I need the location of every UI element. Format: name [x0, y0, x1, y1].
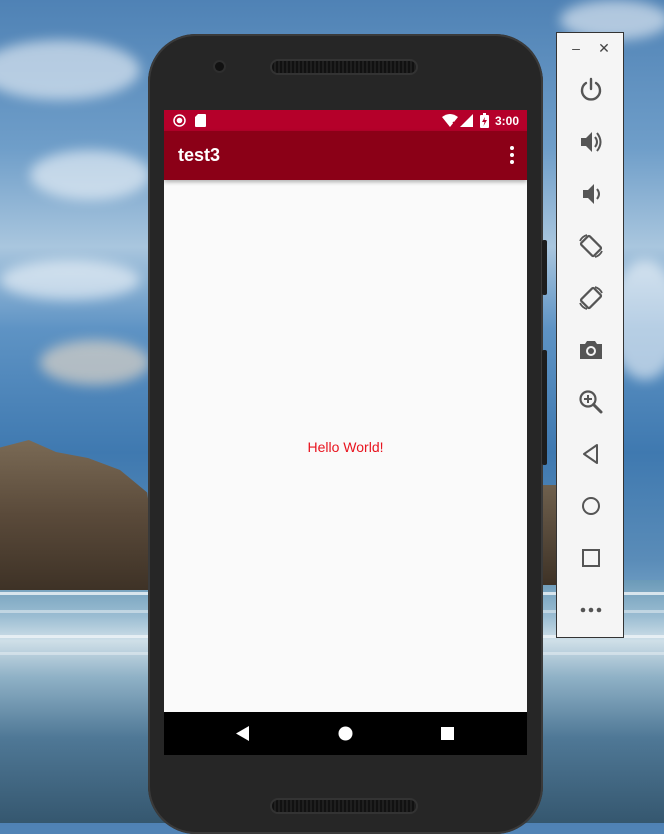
- status-time: 3:00: [494, 114, 519, 128]
- cloud: [30, 150, 150, 200]
- front-camera-icon: [215, 62, 224, 71]
- window-controls: – ✕: [557, 41, 625, 57]
- cloud: [40, 340, 150, 385]
- volume-side-button: [542, 350, 547, 465]
- app-bar: test3: [164, 131, 527, 180]
- back-triangle-icon[interactable]: [576, 439, 606, 469]
- rock: [0, 440, 160, 590]
- bottom-speaker: [272, 800, 416, 812]
- cellular-signal-icon: [460, 114, 473, 127]
- minimize-icon[interactable]: –: [569, 41, 583, 55]
- battery-charging-icon: [480, 113, 489, 128]
- record-indicator-icon: [173, 114, 186, 127]
- back-icon[interactable]: [236, 726, 250, 741]
- rotate-right-icon[interactable]: [576, 283, 606, 313]
- more-icon[interactable]: [576, 595, 606, 625]
- cloud: [0, 40, 140, 100]
- overflow-menu-icon[interactable]: [509, 146, 515, 164]
- hello-world-text: Hello World!: [307, 439, 384, 455]
- rotate-left-icon[interactable]: [576, 231, 606, 261]
- screenshot-camera-icon[interactable]: [576, 335, 606, 365]
- wifi-icon: [442, 114, 458, 127]
- home-circle-icon[interactable]: [576, 491, 606, 521]
- recents-icon[interactable]: [441, 727, 454, 740]
- status-bar: 3:00: [164, 110, 527, 131]
- volume-up-icon[interactable]: [576, 127, 606, 157]
- device-screen[interactable]: 3:00 test3 Hello World!: [164, 110, 527, 755]
- cloud: [0, 260, 140, 300]
- sd-card-icon: [195, 114, 206, 127]
- close-icon[interactable]: ✕: [597, 41, 611, 55]
- home-icon[interactable]: [338, 726, 353, 741]
- power-side-button: [542, 240, 547, 295]
- app-title: test3: [178, 145, 221, 165]
- power-icon[interactable]: [576, 75, 606, 105]
- volume-down-icon[interactable]: [576, 179, 606, 209]
- top-speaker: [272, 61, 416, 73]
- navigation-bar: [164, 712, 527, 755]
- zoom-icon[interactable]: [576, 387, 606, 417]
- overview-square-icon[interactable]: [576, 543, 606, 573]
- emulator-toolbar: – ✕: [556, 32, 624, 638]
